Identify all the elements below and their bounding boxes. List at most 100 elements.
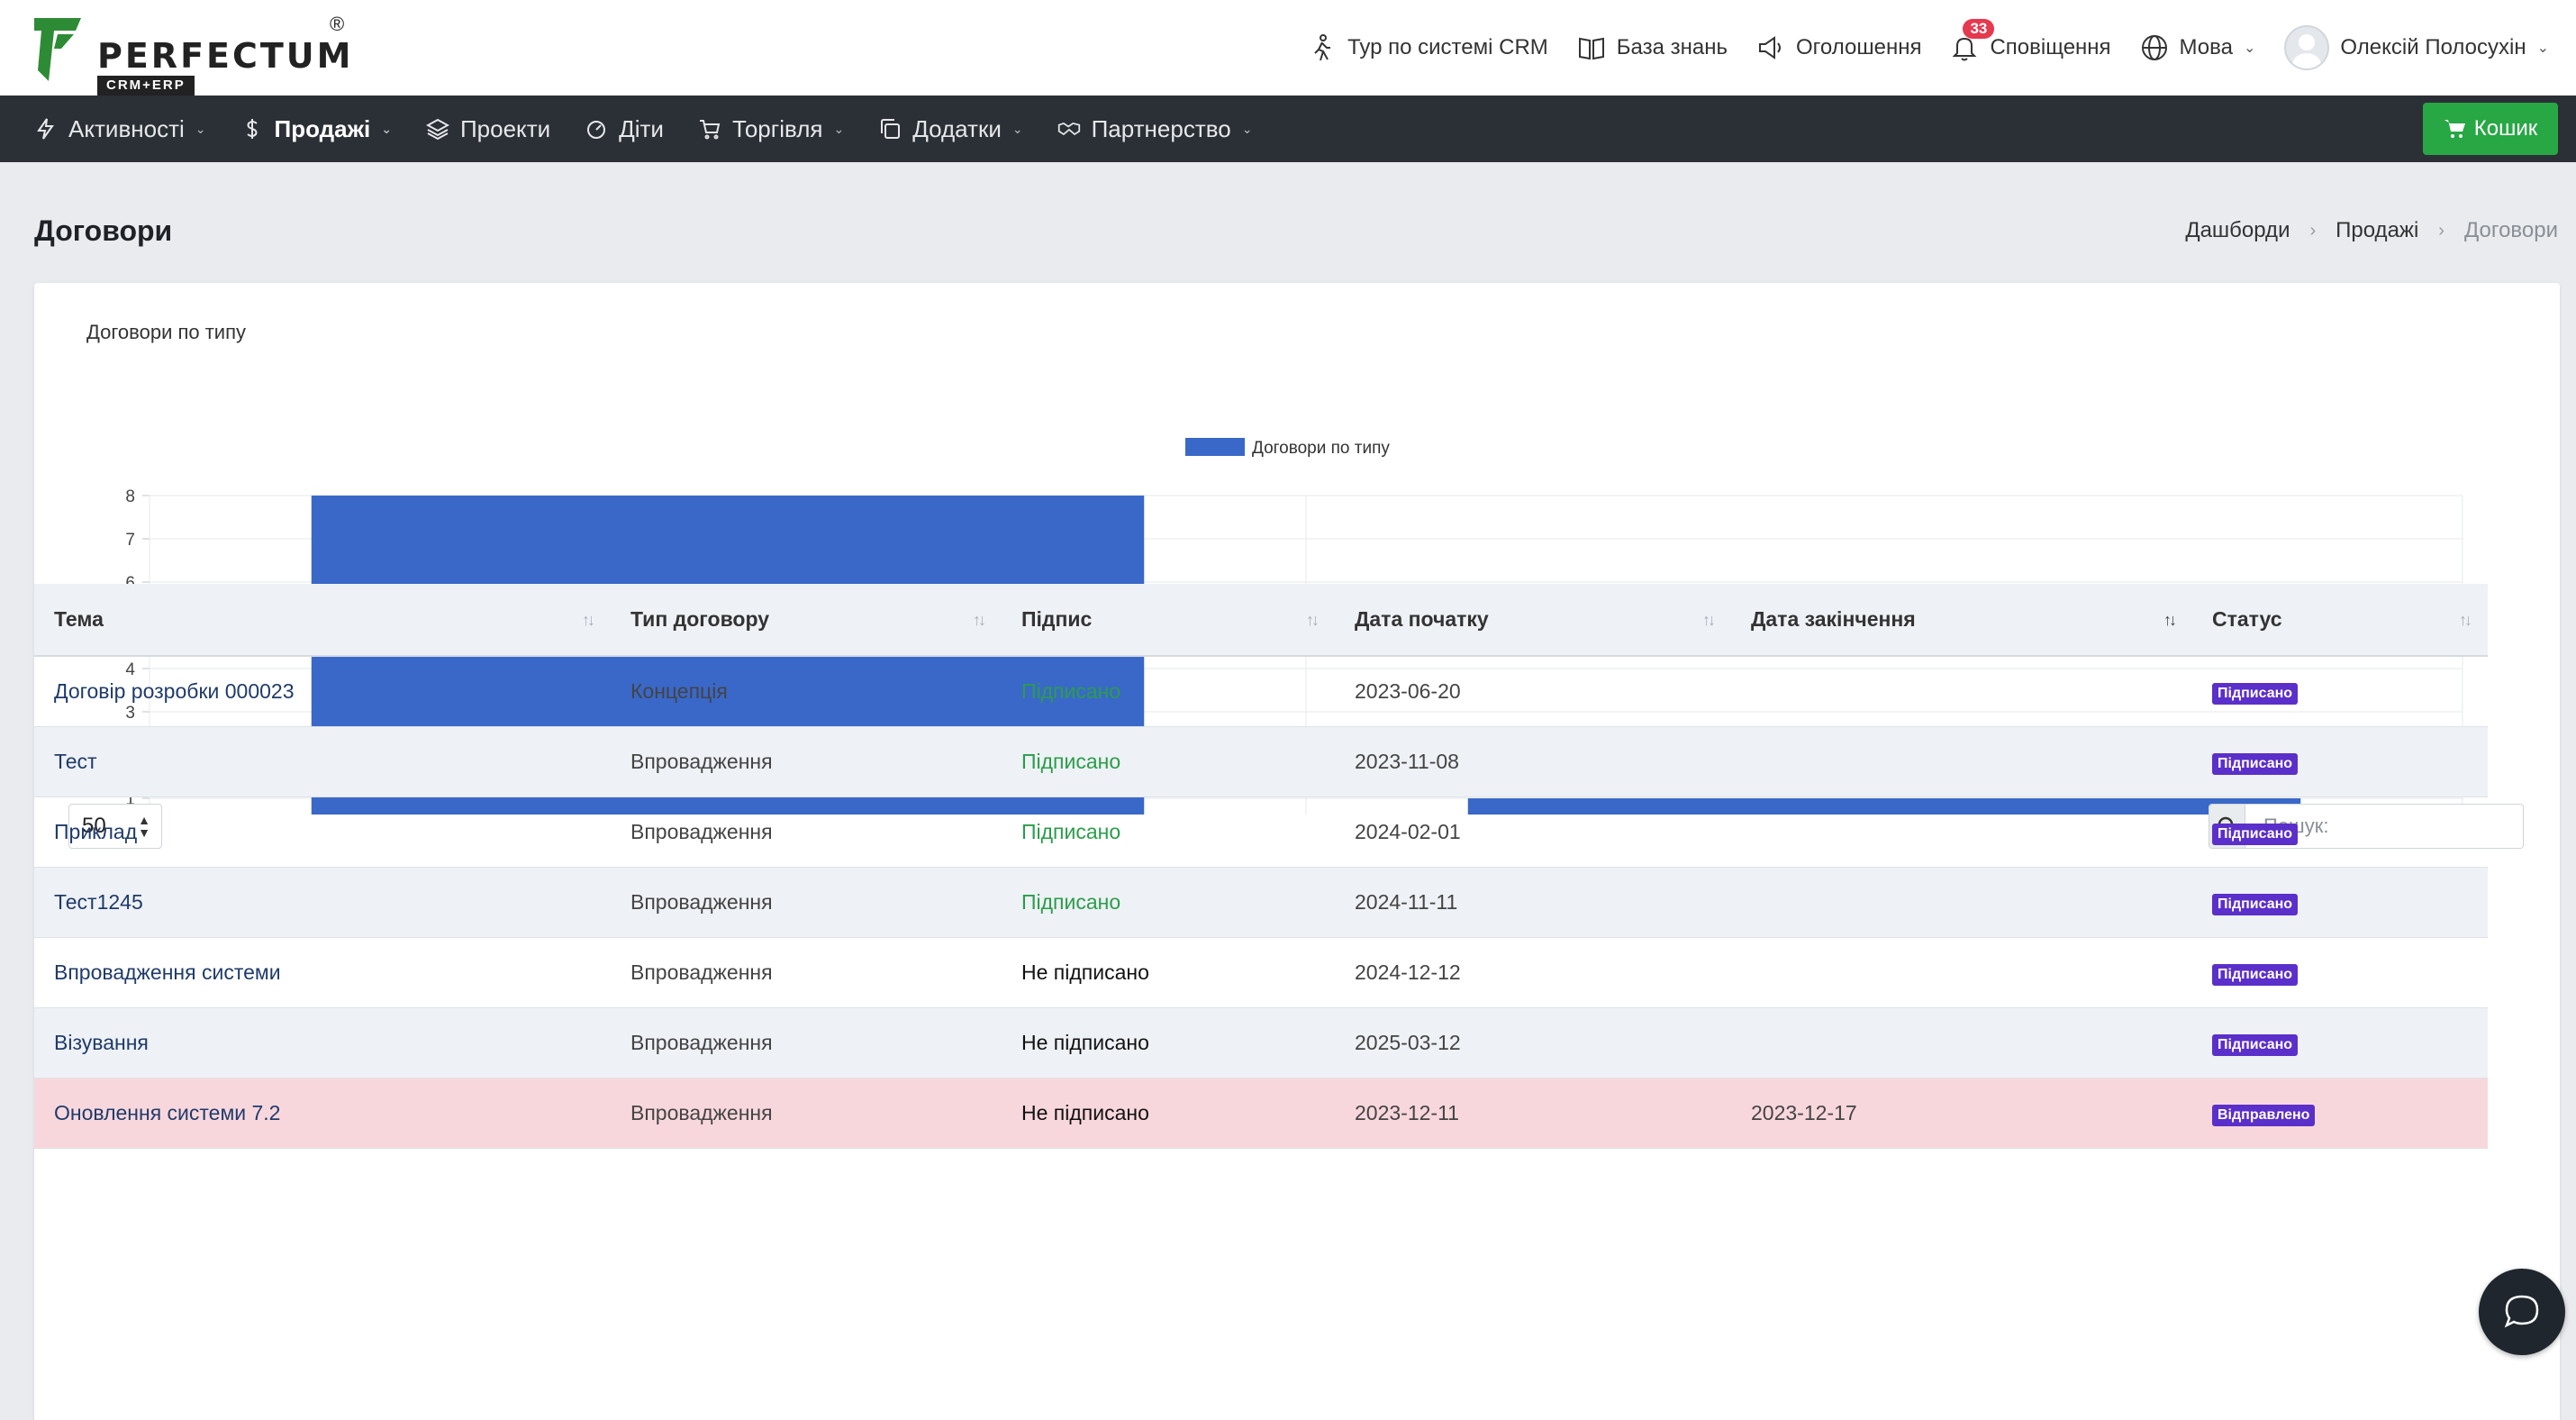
signature-text: Не підписано (1021, 960, 1149, 984)
table-row[interactable]: Приклад Впровадження Підписано 2024-02-01 Пі… (34, 796, 2488, 867)
column-header-end-date[interactable]: Дата закінчення ↑↓ (1731, 584, 2192, 657)
nav-item-children[interactable]: Діти (585, 115, 664, 143)
sort-icon: ↑↓ (1306, 611, 1320, 629)
main-navbar: Активності ⌄ Продажі ⌄ Проекти Діти Торг… (0, 96, 2576, 162)
cell-subject[interactable]: Візування (34, 1007, 611, 1078)
column-header-status[interactable]: Статус ↑↓ (2192, 584, 2488, 657)
y-tick-label: 7 (125, 531, 135, 550)
column-header-signature[interactable]: Підпис ↑↓ (1002, 584, 1335, 657)
chevron-down-icon: ⌄ (1241, 121, 1253, 136)
cell-type: Впровадження (630, 1030, 773, 1054)
nav-item-projects[interactable]: Проекти (425, 115, 550, 143)
cell-subject[interactable]: Тест1245 (34, 867, 611, 937)
notifications-label: Сповіщення (1990, 35, 2111, 59)
notifications-link[interactable]: 33 Сповіщення (1950, 19, 2111, 62)
dashboard-icon (587, 121, 606, 139)
brand-logo[interactable]: PERFECTUM ® CRM+ERP (34, 13, 358, 96)
language-dropdown[interactable]: Мова ⌄ (2140, 33, 2255, 62)
contract-link[interactable]: Візування (54, 1031, 149, 1054)
sort-icon: ↑↓ (1702, 611, 1716, 629)
table-row[interactable]: Договір розробки 000023 Концепція Підписан… (34, 656, 2488, 726)
chevron-down-icon: ⌄ (195, 121, 206, 136)
sort-icon: ↑↓ (582, 611, 595, 629)
column-label: Дата закінчення (1751, 607, 1916, 631)
cell-end-date (1731, 796, 2192, 867)
cell-subject[interactable]: Тест (34, 726, 611, 796)
legend-label[interactable]: Договори по типу (1252, 439, 1390, 458)
cell-subject[interactable]: Приклад (34, 796, 611, 867)
chat-button[interactable] (2479, 1269, 2565, 1355)
page-title: Договори (34, 214, 173, 247)
cell-start-date: 2025-03-12 (1355, 1030, 1461, 1054)
cell-type: Впровадження (630, 889, 773, 914)
column-header-start-date[interactable]: Дата початку ↑↓ (1335, 584, 1731, 657)
nav-item-addons[interactable]: Додатки ⌄ (878, 115, 1023, 143)
cell-start-date: 2023-12-11 (1355, 1100, 1459, 1124)
knowledge-base-link[interactable]: База знань (1577, 33, 1728, 62)
table-body: Договір розробки 000023 Концепція Підписан… (34, 656, 2488, 1148)
sort-icon: ↑↓ (2459, 611, 2472, 629)
walking-icon (1314, 34, 1331, 61)
cell-signature: Не підписано (1002, 937, 1335, 1007)
breadcrumb-current: Договори (2463, 218, 2558, 242)
cell-status: Підписано (2192, 726, 2488, 796)
cell-status: Підписано (2192, 1007, 2488, 1078)
contract-link[interactable]: Тест (54, 750, 97, 773)
table-row[interactable]: Впровадження системи Впровадження Не підпи… (34, 937, 2488, 1007)
cart-icon (699, 120, 721, 140)
tour-link[interactable]: Тур по системі CRM (1308, 33, 1548, 62)
contract-link[interactable]: Приклад (54, 820, 137, 843)
table-row[interactable]: Візування Впровадження Не підписано 2025-03… (34, 1007, 2488, 1078)
cell-start-date: 2024-11-11 (1355, 889, 1458, 914)
cell-subject[interactable]: Впровадження системи (34, 937, 611, 1007)
cell-subject[interactable]: Договір розробки 000023 (34, 656, 611, 726)
contract-link[interactable]: Тест1245 (54, 890, 143, 914)
user-menu[interactable]: Олексій Полосухін ⌄ (2284, 25, 2549, 70)
table-row[interactable]: Оновлення системи 7.2 Впровадження Не підп… (34, 1078, 2488, 1148)
nav-item-label: Активності (68, 114, 185, 142)
handshake-icon (1057, 122, 1080, 136)
contract-link[interactable]: Оновлення системи 7.2 (54, 1101, 280, 1124)
contract-link[interactable]: Договір розробки 000023 (54, 679, 295, 703)
column-header-type[interactable]: Тип договору ↑↓ (611, 584, 1002, 657)
nav-item-sales[interactable]: Продажі ⌄ (240, 115, 392, 143)
status-badge: Підписано (2212, 893, 2299, 915)
announcements-link[interactable]: Оголошення (1756, 33, 1921, 62)
legend-swatch[interactable] (1185, 438, 1245, 456)
logo-mark-icon (34, 18, 81, 81)
column-label: Підпис (1021, 607, 1093, 631)
cell-start-date: 2024-02-01 (1355, 819, 1461, 843)
nav-item-partnership[interactable]: Партнерство ⌄ (1057, 115, 1253, 143)
cell-signature: Підписано (1002, 867, 1335, 937)
status-badge: Відправлено (2212, 1104, 2316, 1126)
contracts-table: Тема ↑↓ Тип договору ↑↓ Підпис ↑↓ Дата поча… (34, 584, 2488, 1149)
cell-signature: Не підписано (1002, 1078, 1335, 1148)
cell-subject[interactable]: Оновлення системи 7.2 (34, 1078, 611, 1148)
cell-end-date (1731, 937, 2192, 1007)
announcements-label: Оголошення (1796, 35, 1922, 59)
chevron-down-icon: ⌄ (381, 121, 392, 136)
status-badge: Підписано (2212, 752, 2299, 775)
brand-subtitle: CRM+ERP (97, 76, 195, 96)
column-header-subject[interactable]: Тема ↑↓ (34, 584, 611, 657)
breadcrumb-separator-icon: › (2309, 220, 2317, 241)
nav-item-trade[interactable]: Торгівля ⌄ (698, 115, 844, 143)
status-badge: Підписано (2212, 682, 2299, 705)
status-badge: Підписано (2212, 1033, 2299, 1056)
layers-icon (425, 118, 449, 141)
knowledge-label: База знань (1616, 35, 1728, 59)
cell-type: Впровадження (630, 749, 773, 773)
tour-label: Тур по системі CRM (1347, 35, 1548, 59)
megaphone-icon (1759, 36, 1781, 59)
cart-button[interactable]: Кошик (2423, 103, 2558, 155)
breadcrumb-sales[interactable]: Продажі (2336, 218, 2418, 243)
table-row[interactable]: Тест Впровадження Підписано 2023-11-08 Підпи… (34, 726, 2488, 796)
contract-link[interactable]: Впровадження системи (54, 960, 281, 984)
signature-text: Підписано (1021, 819, 1121, 843)
nav-item-activities[interactable]: Активності ⌄ (34, 115, 206, 143)
table-row[interactable]: Тест1245 Впровадження Підписано 2024-11-11 П… (34, 867, 2488, 937)
cell-status: Відправлено (2192, 1078, 2488, 1148)
y-tick-label: 8 (125, 487, 135, 506)
cell-start-date: 2023-11-08 (1355, 749, 1459, 773)
breadcrumb-dashboards[interactable]: Дашборди (2185, 218, 2290, 243)
